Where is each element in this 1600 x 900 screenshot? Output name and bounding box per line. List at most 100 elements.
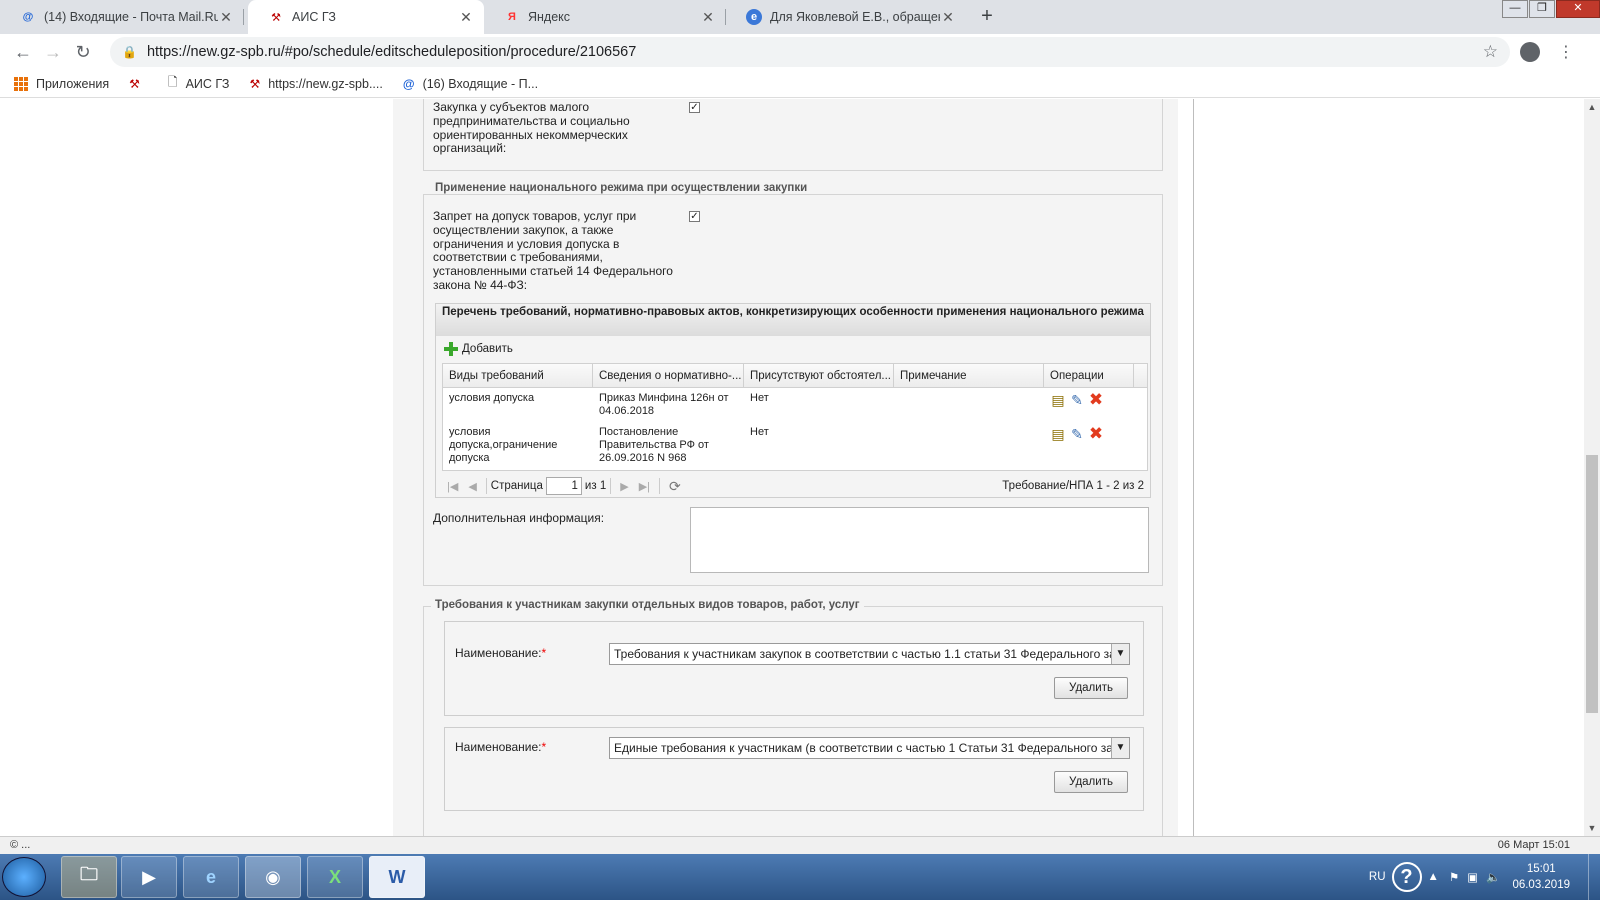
new-tab-button[interactable]: +: [976, 6, 998, 28]
forward-icon[interactable]: →: [38, 42, 68, 63]
delete-requirement-button[interactable]: Удалить: [1054, 771, 1128, 793]
column-header[interactable]: Присутствуют обстоятел...: [744, 364, 894, 387]
back-icon[interactable]: ←: [8, 42, 38, 63]
bookmark-star-icon[interactable]: ☆: [1483, 42, 1498, 62]
explorer-taskbar-icon[interactable]: 🗀: [61, 856, 117, 898]
name-label-text: Наименование:: [455, 740, 542, 754]
cell-present: Нет: [750, 426, 769, 438]
bookmark-apps[interactable]: Приложения: [14, 76, 110, 91]
plus-icon: [444, 342, 458, 356]
column-header[interactable]: Операции: [1044, 364, 1134, 387]
requirement-select-value: Единые требования к участникам (в соотве…: [614, 741, 1129, 755]
add-button-label: Добавить: [462, 343, 513, 355]
next-page-icon[interactable]: ▶: [620, 480, 628, 493]
show-desktop-button[interactable]: [1588, 854, 1600, 900]
reload-icon[interactable]: ↻: [68, 42, 98, 63]
close-window-button[interactable]: ✕: [1556, 0, 1600, 18]
grid-header-row: Виды требований Сведения о нормативно-..…: [443, 364, 1147, 388]
tab-title: Яндекс: [528, 10, 571, 24]
media-player-taskbar-icon[interactable]: ▶: [121, 856, 177, 898]
column-header[interactable]: Сведения о нормативно-...: [593, 364, 744, 387]
page-viewport: Закупка у субъектов малого предпринимате…: [0, 99, 1584, 836]
tray-expand-icon[interactable]: ▲: [1428, 871, 1439, 883]
browser-menu-icon[interactable]: ⋮: [1558, 42, 1574, 62]
language-indicator[interactable]: RU: [1369, 871, 1386, 883]
status-bar: © ... 06 Март 15:01: [0, 836, 1600, 854]
tab-yandex[interactable]: Я Яндекс ✕: [484, 0, 726, 34]
bookmark-hammer[interactable]: ⚒: [129, 77, 148, 91]
profile-icon[interactable]: [1520, 42, 1540, 62]
chevron-down-icon[interactable]: ▼: [1111, 644, 1129, 664]
internet-explorer-taskbar-icon[interactable]: e: [183, 856, 239, 898]
additional-info-textarea[interactable]: [690, 507, 1149, 573]
cell-note: [894, 388, 1044, 422]
volume-icon[interactable]: 🔈: [1486, 870, 1500, 884]
close-tab-icon[interactable]: ✕: [458, 9, 474, 26]
word-taskbar-icon[interactable]: W: [369, 856, 425, 898]
additional-info-label: Дополнительная информация:: [433, 511, 605, 525]
action-center-icon[interactable]: ▣: [1467, 870, 1478, 884]
refresh-icon[interactable]: ⟳: [669, 478, 681, 495]
small-business-checkbox[interactable]: ✓: [689, 102, 700, 113]
name-label: Наименование:*: [455, 646, 546, 661]
page-scrollbar[interactable]: ▲ ▼: [1584, 99, 1600, 836]
help-icon[interactable]: ?: [1391, 862, 1422, 892]
excel-taskbar-icon[interactable]: X: [307, 856, 363, 898]
column-header[interactable]: Примечание: [894, 364, 1044, 387]
tab-mail[interactable]: @ (14) Входящие - Почта Mail.Ru ✕: [0, 0, 244, 34]
chrome-taskbar-icon[interactable]: ◉: [245, 856, 301, 898]
chevron-down-icon[interactable]: ▼: [1111, 738, 1129, 758]
add-button[interactable]: Добавить: [444, 342, 513, 356]
scroll-up-icon[interactable]: ▲: [1584, 99, 1600, 115]
column-header[interactable]: Виды требований: [443, 364, 593, 387]
close-tab-icon[interactable]: ✕: [700, 9, 716, 26]
close-tab-icon[interactable]: ✕: [940, 9, 956, 26]
clock[interactable]: 15:01 06.03.2019: [1512, 861, 1570, 893]
cell-type: условия допуска: [449, 392, 535, 404]
pager-info: Требование/НПА 1 - 2 из 2: [1002, 480, 1144, 492]
tab-request[interactable]: e Для Яковлевой Е.В., обращение ✕: [726, 0, 966, 34]
page-of-label: из 1: [584, 480, 607, 492]
tab-ais-gz[interactable]: ⚒ АИС ГЗ ✕: [248, 0, 484, 34]
hammer-icon: ⚒: [271, 11, 281, 24]
delete-icon[interactable]: ✖: [1088, 391, 1104, 408]
ban-label: Запрет на допуск товаров, услуг при осущ…: [433, 209, 673, 292]
edit-pencil-icon[interactable]: ✎: [1069, 426, 1085, 442]
national-regime-legend: Применение национального режима при осущ…: [431, 182, 812, 194]
participant-requirements-legend: Требования к участникам закупки отдельны…: [431, 599, 864, 611]
start-button[interactable]: [2, 857, 46, 897]
requirement-select[interactable]: Требования к участникам закупок в соотве…: [609, 643, 1130, 665]
maximize-button[interactable]: ❐: [1529, 0, 1555, 18]
name-label-text: Наименование:: [455, 646, 542, 660]
requirement-select[interactable]: Единые требования к участникам (в соотве…: [609, 737, 1130, 759]
hammer-icon: ⚒: [249, 76, 261, 91]
tab-title: Для Яковлевой Е.В., обращение: [770, 10, 940, 24]
address-bar[interactable]: 🔒 https://new.gz-spb.ru/#po/schedule/edi…: [110, 37, 1510, 67]
view-icon[interactable]: ▤: [1050, 392, 1066, 408]
close-tab-icon[interactable]: ✕: [218, 9, 234, 26]
small-business-label: Закупка у субъектов малого предпринимате…: [433, 100, 630, 156]
edit-pencil-icon[interactable]: ✎: [1069, 392, 1085, 408]
tab-strip: @ (14) Входящие - Почта Mail.Ru ✕ ⚒ АИС …: [0, 0, 1600, 34]
bookmark-mail[interactable]: @ (16) Входящие - П...: [403, 77, 538, 91]
scrollbar-thumb[interactable]: [1586, 455, 1598, 713]
cell-present: Нет: [750, 392, 769, 404]
scroll-down-icon[interactable]: ▼: [1584, 820, 1600, 836]
first-page-icon[interactable]: |◀: [447, 480, 458, 493]
bookmark-ais-gz[interactable]: 🗋 АИС ГЗ: [168, 73, 230, 94]
table-row[interactable]: условия допуска Приказ Минфина 126н от 0…: [443, 388, 1147, 422]
prev-page-icon[interactable]: ◀: [468, 480, 476, 493]
table-row[interactable]: условия допуска,ограничение допуска Пост…: [443, 422, 1147, 468]
bookmark-gz-spb[interactable]: ⚒ https://new.gz-spb....: [249, 77, 382, 91]
network-icon[interactable]: ⚑: [1449, 870, 1459, 884]
delete-icon[interactable]: ✖: [1088, 425, 1104, 442]
view-icon[interactable]: ▤: [1050, 426, 1066, 442]
ban-checkbox[interactable]: ✓: [689, 211, 700, 222]
last-page-icon[interactable]: ▶|: [639, 480, 650, 493]
name-label: Наименование:*: [455, 740, 546, 755]
clock-time: 15:01: [1526, 863, 1556, 875]
bookmark-label: Приложения: [36, 76, 110, 91]
minimize-button[interactable]: —: [1502, 0, 1528, 18]
delete-requirement-button[interactable]: Удалить: [1054, 677, 1128, 699]
page-number-input[interactable]: 1: [545, 477, 582, 495]
